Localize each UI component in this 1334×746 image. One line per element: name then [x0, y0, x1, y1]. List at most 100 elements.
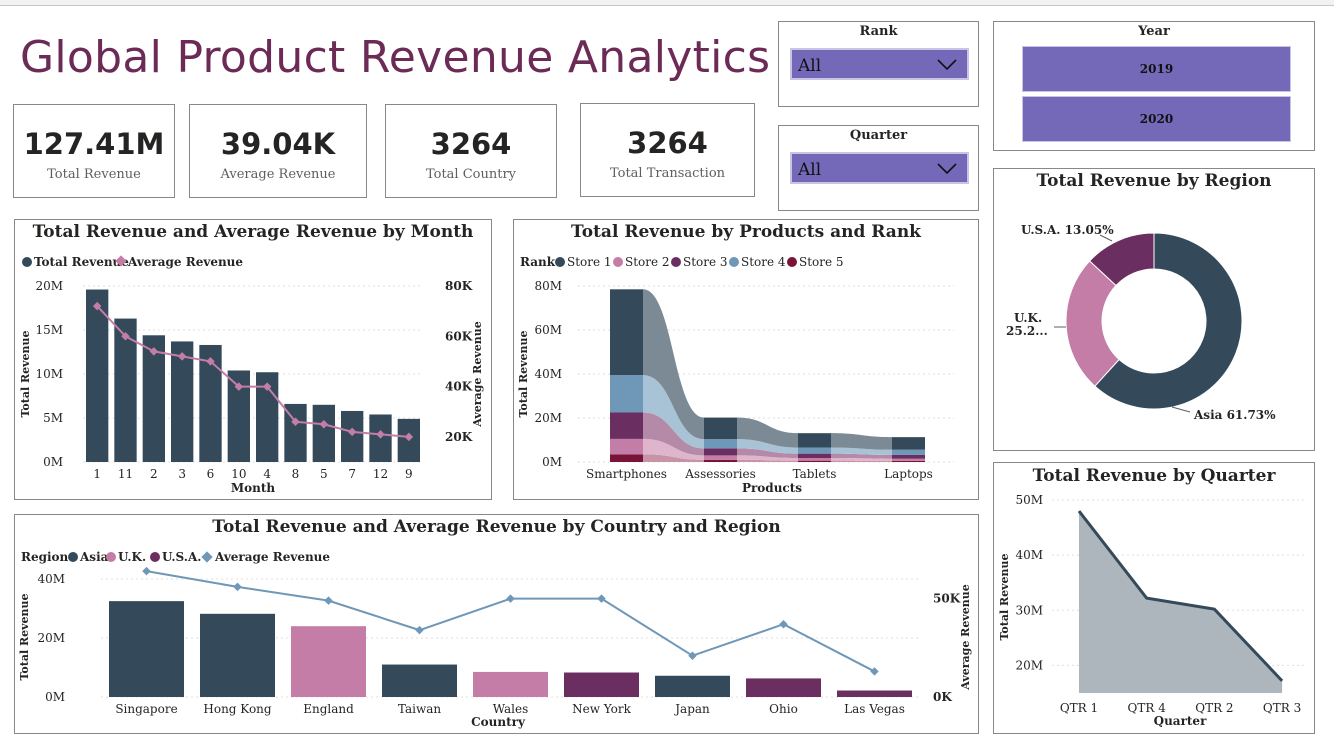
x-tick-label: 1 — [93, 467, 101, 481]
x-tick-label: Ohio — [769, 702, 798, 716]
x-tick-label: Las Vegas — [844, 702, 905, 716]
country-chart: Region Asia U.K. U.S.A. Average Revenue 0M 20M… — [18, 550, 972, 729]
kpi-label: Total Revenue — [47, 167, 141, 182]
chevron-down-icon — [937, 59, 957, 71]
slice-label-uk-name: U.K. — [1014, 311, 1042, 325]
y-tick-label: 30M — [1015, 603, 1043, 617]
products-chart: Rank Store 1 Store 2 Store 3 Store 4 Store 5 0… — [517, 255, 954, 495]
legend-label: Store 3 — [683, 255, 728, 269]
kpi-card-total-country: 3264 Total Country — [385, 104, 557, 198]
year-button-2019[interactable]: 2019 — [1022, 46, 1291, 92]
x-tick-label: 10 — [231, 467, 246, 481]
bar-7 — [341, 410, 364, 462]
y-axis-title: Total Revenue — [19, 330, 32, 417]
x-tick-label: Hong Kong — [203, 702, 272, 716]
month-chart-card: Total Revenue and Average Revenue by Mon… — [14, 219, 492, 500]
average-point-hong-kong — [233, 582, 242, 592]
rank-dropdown[interactable]: All — [790, 48, 969, 80]
y-tick-label: 80M — [534, 279, 562, 293]
slicer-title: Year — [1138, 24, 1170, 39]
quarter-slicer: Quarter All — [778, 125, 979, 211]
chevron-down-icon — [937, 163, 957, 175]
bar-laptops-store-2 — [892, 449, 925, 455]
x-tick-label: 12 — [373, 467, 388, 481]
y2-tick-label: 40K — [445, 380, 473, 394]
bar-singapore — [109, 601, 184, 697]
legend-marker-total-revenue — [22, 257, 32, 267]
kpi-card-total-transaction: 3264 Total Transaction — [580, 103, 755, 197]
bar-new-york — [564, 672, 639, 697]
x-tick-label: QTR 1 — [1060, 701, 1098, 715]
x-tick-label: Taiwan — [398, 702, 441, 716]
legend-title: Region — [21, 550, 69, 564]
y-tick-label: 50M — [1015, 493, 1043, 507]
month-chart: Total Revenue Average Revenue0M5M10M15M20… — [19, 255, 484, 495]
bar-taiwan — [382, 664, 457, 697]
x-tick-label: Singapore — [115, 702, 177, 716]
x-tick-label: Assessories — [684, 467, 755, 481]
y-tick-label: 0M — [43, 455, 63, 469]
bar-smartphones-store-1 — [610, 289, 643, 376]
x-tick-label: 9 — [405, 467, 413, 481]
y2-tick-label: 0K — [933, 690, 952, 704]
bar-wales — [473, 671, 548, 697]
legend-marker-usa — [150, 552, 160, 562]
y-tick-label: 5M — [43, 411, 63, 425]
legend-label: Store 2 — [625, 255, 670, 269]
y2-tick-label: 50K — [933, 592, 961, 606]
top-toolbar-strip — [0, 0, 1334, 6]
year-button-2020[interactable]: 2020 — [1022, 96, 1291, 142]
legend-marker-store-1 — [555, 257, 565, 267]
kpi-label: Average Revenue — [220, 167, 336, 182]
bar-assessories-store-1 — [704, 417, 737, 440]
kpi-card-total-revenue: 127.41M Total Revenue — [13, 104, 175, 198]
kpi-value: 3264 — [430, 127, 512, 161]
bar-tablets-store-1 — [798, 433, 831, 448]
quarter-dropdown[interactable]: All — [790, 152, 969, 184]
legend-label: Store 4 — [741, 255, 786, 269]
x-tick-label: 4 — [263, 467, 271, 481]
year-slicer: Year 2019 2020 — [993, 21, 1315, 151]
bar-tablets-store-3 — [798, 453, 831, 459]
x-tick-label: QTR 2 — [1195, 701, 1233, 715]
y2-axis-title: Average Revenue — [959, 584, 972, 690]
page-title: Global Product Revenue Analytics — [20, 32, 771, 83]
bar-laptops-store-1 — [892, 437, 925, 450]
x-tick-label: 6 — [207, 467, 215, 481]
x-axis-title: Country — [471, 715, 526, 729]
bar-smartphones-store-5 — [610, 454, 643, 462]
bar-smartphones-store-3 — [610, 412, 643, 439]
average-point-ohio — [779, 619, 788, 629]
x-tick-label: Tablets — [793, 467, 837, 481]
slicer-title: Rank — [859, 24, 898, 39]
bar-tablets-store-2 — [798, 447, 831, 454]
bar-england — [291, 626, 366, 697]
x-axis-title: Quarter — [1154, 714, 1207, 728]
legend-marker-store-3 — [671, 257, 681, 267]
bar-las-vegas — [837, 690, 912, 697]
x-tick-label: 5 — [320, 467, 328, 481]
y-tick-label: 10M — [35, 367, 63, 381]
country-chart-card: Total Revenue and Average Revenue by Cou… — [14, 514, 979, 734]
x-tick-label: QTR 3 — [1263, 701, 1301, 715]
average-point-wales — [506, 594, 515, 603]
y-axis-title: Total Revenue — [517, 330, 530, 417]
legend-marker-average-revenue — [201, 551, 213, 563]
bar-japan — [655, 675, 730, 697]
x-tick-label: QTR 4 — [1128, 701, 1167, 715]
y-tick-label: 40M — [1015, 548, 1043, 562]
slice-label-usa: U.S.A. 13.05% — [1021, 223, 1114, 237]
region-donut-chart: Asia 61.73% U.K.25.2... U.S.A. 13.05% — [1006, 223, 1276, 422]
legend-marker-store-2 — [613, 257, 623, 267]
y-tick-label: 15M — [35, 323, 63, 337]
y-tick-label: 20M — [37, 631, 65, 645]
x-tick-label: Smartphones — [586, 467, 667, 481]
y-tick-label: 40M — [37, 572, 65, 586]
legend-label: U.K. — [118, 550, 146, 564]
bar-laptops-store-5 — [892, 460, 925, 462]
bar-assessories-store-5 — [704, 459, 737, 462]
average-point-taiwan — [415, 625, 424, 635]
legend-label: Total Revenue — [34, 255, 129, 269]
x-tick-label: New York — [572, 702, 632, 716]
slice-label-uk-value: 25.2... — [1006, 324, 1048, 338]
